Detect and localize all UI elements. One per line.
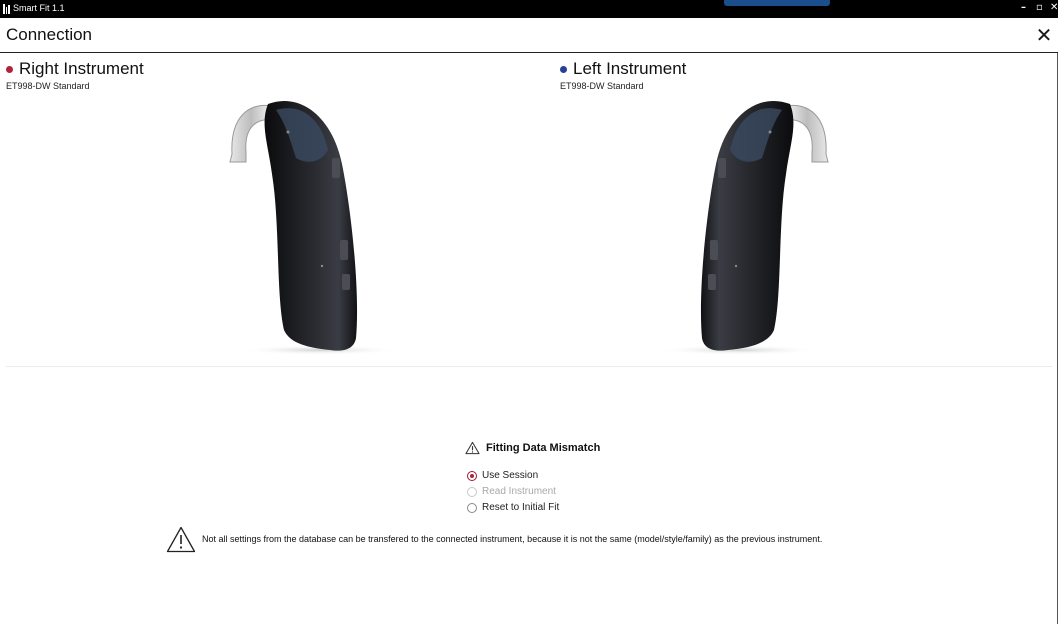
option-reset-initial-fit[interactable]: Reset to Initial Fit	[467, 500, 765, 516]
warning-triangle-icon	[166, 526, 196, 552]
close-button[interactable]: ✕	[1034, 24, 1054, 46]
minimize-button[interactable]: –	[1021, 1, 1026, 15]
content-divider	[6, 366, 1052, 367]
option-use-session[interactable]: Use Session	[467, 468, 765, 484]
reset-initial-fit-label: Reset to Initial Fit	[482, 502, 560, 513]
right-instrument-panel: Right Instrument ET998-DW Standard	[6, 58, 144, 92]
reset-initial-fit-radio[interactable]	[467, 503, 477, 513]
left-instrument-name: Left Instrument	[573, 59, 687, 78]
restore-button[interactable]: ▫	[1036, 1, 1043, 15]
mismatch-title: Fitting Data Mismatch	[486, 442, 601, 454]
window-close-button[interactable]: ✕	[1050, 1, 1058, 15]
app-logo-icon	[3, 4, 11, 14]
left-instrument-panel: Left Instrument ET998-DW Standard	[560, 58, 686, 92]
window-title: Smart Fit 1.1	[13, 3, 65, 13]
left-instrument-model: ET998-DW Standard	[560, 81, 644, 91]
read-instrument-label: Read Instrument	[482, 486, 556, 497]
footer-warning: Not all settings from the database can b…	[166, 524, 946, 554]
use-session-radio[interactable]	[467, 471, 477, 481]
fitting-data-mismatch-panel: Fitting Data Mismatch Use Session Read I…	[465, 440, 765, 516]
left-hearing-aid-image	[648, 94, 848, 358]
footer-warning-text: Not all settings from the database can b…	[202, 534, 823, 544]
mismatch-options: Use Session Read Instrument Reset to Ini…	[465, 468, 765, 516]
use-session-label: Use Session	[482, 470, 539, 481]
hearing-aid-icon	[658, 100, 829, 355]
right-hearing-aid-image	[210, 94, 410, 358]
right-instrument-name: Right Instrument	[19, 59, 144, 78]
page-title: Connection	[6, 25, 93, 44]
titlebar-accent	[724, 0, 830, 6]
left-instrument-dot	[560, 65, 567, 73]
hearing-aid-icon	[229, 100, 400, 355]
right-instrument-model: ET998-DW Standard	[6, 81, 90, 91]
read-instrument-radio[interactable]	[467, 487, 477, 497]
window-titlebar: Smart Fit 1.1 – ▫ ✕	[0, 0, 1058, 18]
page-header: Connection ✕	[0, 18, 1058, 53]
warning-triangle-icon	[465, 441, 480, 455]
right-instrument-dot	[6, 65, 13, 73]
option-read-instrument[interactable]: Read Instrument	[467, 484, 765, 500]
